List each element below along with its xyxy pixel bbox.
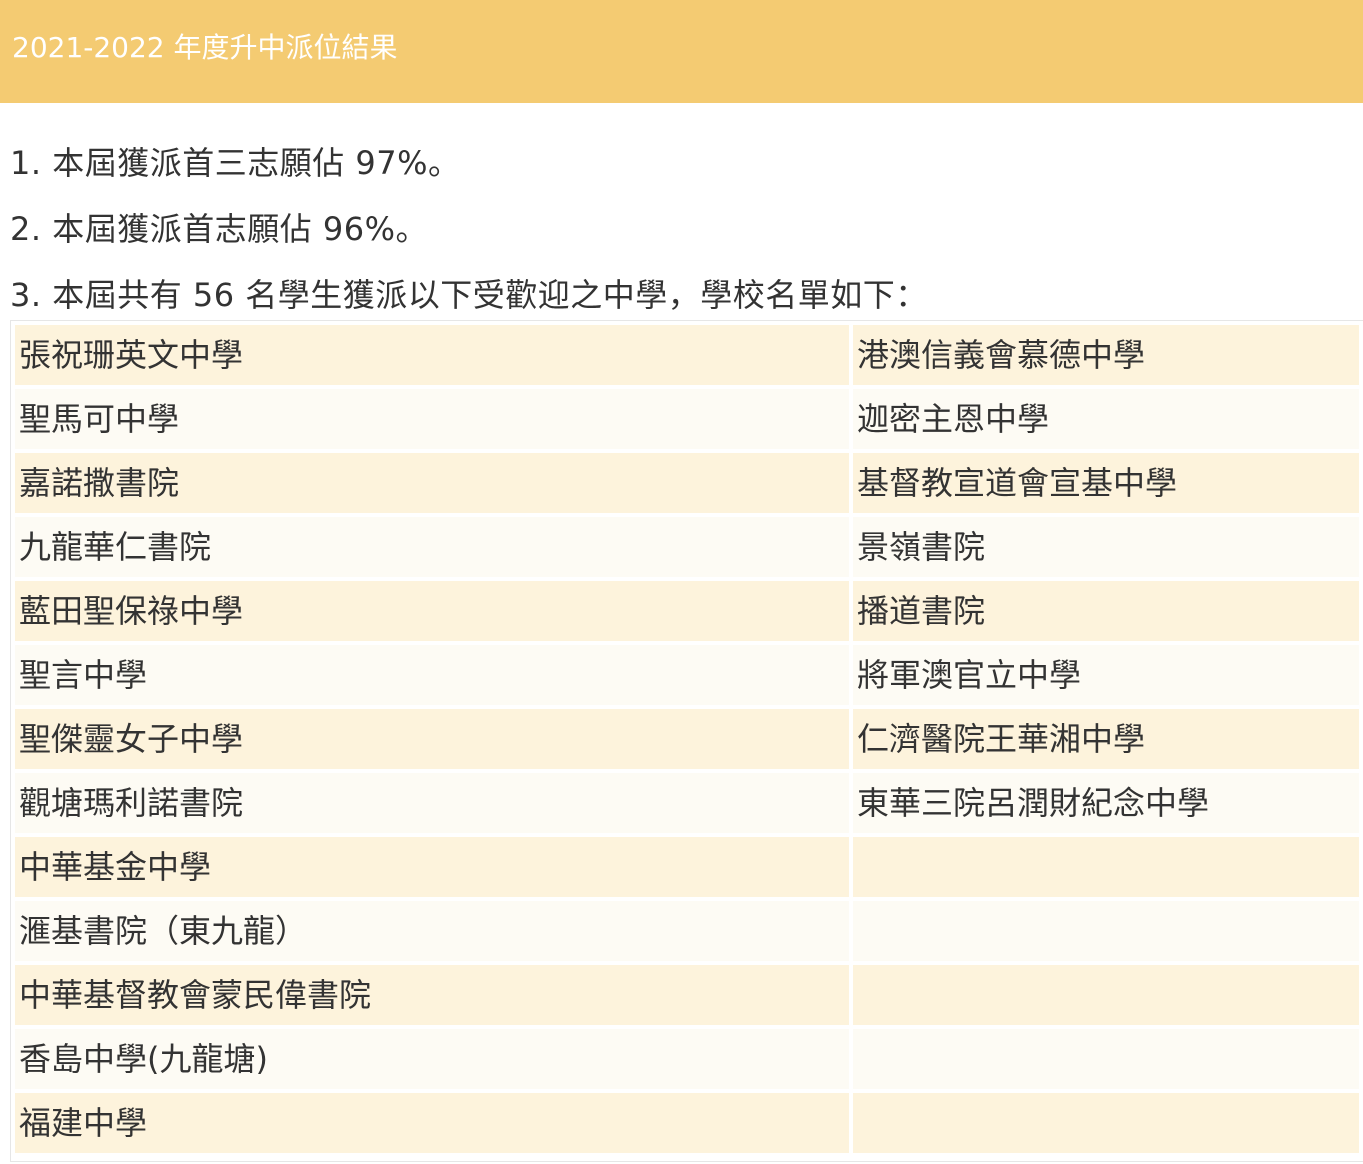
school-cell: 藍田聖保祿中學 bbox=[15, 581, 849, 641]
table-row: 聖馬可中學 迦密主恩中學 bbox=[15, 389, 1359, 449]
school-list-table: 張祝珊英文中學 港澳信義會慕德中學 聖馬可中學 迦密主恩中學 嘉諾撒書院 基督教… bbox=[11, 321, 1363, 1157]
table-row: 聖言中學 將軍澳官立中學 bbox=[15, 645, 1359, 705]
table-row: 張祝珊英文中學 港澳信義會慕德中學 bbox=[15, 325, 1359, 385]
table-row: 中華基督教會蒙民偉書院 bbox=[15, 965, 1359, 1025]
summary-point-1: 1. 本屆獲派首三志願佔 97%。 bbox=[10, 144, 461, 182]
school-cell: 聖傑靈女子中學 bbox=[15, 709, 849, 769]
table-row: 九龍華仁書院 景嶺書院 bbox=[15, 517, 1359, 577]
table-row: 觀塘瑪利諾書院 東華三院呂潤財紀念中學 bbox=[15, 773, 1359, 833]
table-row: 香島中學(九龍塘) bbox=[15, 1029, 1359, 1089]
table-row: 福建中學 bbox=[15, 1093, 1359, 1153]
school-cell: 張祝珊英文中學 bbox=[15, 325, 849, 385]
school-cell: 東華三院呂潤財紀念中學 bbox=[853, 773, 1359, 833]
table-row: 聖傑靈女子中學 仁濟醫院王華湘中學 bbox=[15, 709, 1359, 769]
school-cell: 中華基督教會蒙民偉書院 bbox=[15, 965, 849, 1025]
school-cell bbox=[853, 901, 1359, 961]
school-cell bbox=[853, 1029, 1359, 1089]
school-cell bbox=[853, 965, 1359, 1025]
school-cell: 福建中學 bbox=[15, 1093, 849, 1153]
school-cell: 觀塘瑪利諾書院 bbox=[15, 773, 849, 833]
school-cell: 迦密主恩中學 bbox=[853, 389, 1359, 449]
table-row: 中華基金中學 bbox=[15, 837, 1359, 897]
header-bar: 2021-2022 年度升中派位結果 bbox=[0, 0, 1363, 103]
school-cell: 聖言中學 bbox=[15, 645, 849, 705]
school-cell: 將軍澳官立中學 bbox=[853, 645, 1359, 705]
table-row: 滙基書院（東九龍） bbox=[15, 901, 1359, 961]
school-cell bbox=[853, 1093, 1359, 1153]
school-cell: 中華基金中學 bbox=[15, 837, 849, 897]
summary-point-3: 3. 本屆共有 56 名學生獲派以下受歡迎之中學，學校名單如下： bbox=[10, 276, 928, 314]
school-cell: 聖馬可中學 bbox=[15, 389, 849, 449]
school-cell: 基督教宣道會宣基中學 bbox=[853, 453, 1359, 513]
summary-point-2: 2. 本屆獲派首志願佔 96%。 bbox=[10, 210, 429, 248]
school-cell: 香島中學(九龍塘) bbox=[15, 1029, 849, 1089]
page-title: 2021-2022 年度升中派位結果 bbox=[12, 31, 398, 64]
school-cell: 景嶺書院 bbox=[853, 517, 1359, 577]
table-row: 藍田聖保祿中學 播道書院 bbox=[15, 581, 1359, 641]
school-cell: 仁濟醫院王華湘中學 bbox=[853, 709, 1359, 769]
school-cell: 九龍華仁書院 bbox=[15, 517, 849, 577]
school-cell: 滙基書院（東九龍） bbox=[15, 901, 849, 961]
school-cell: 嘉諾撒書院 bbox=[15, 453, 849, 513]
school-cell bbox=[853, 837, 1359, 897]
table-row: 嘉諾撒書院 基督教宣道會宣基中學 bbox=[15, 453, 1359, 513]
school-cell: 播道書院 bbox=[853, 581, 1359, 641]
school-list-table-container: 張祝珊英文中學 港澳信義會慕德中學 聖馬可中學 迦密主恩中學 嘉諾撒書院 基督教… bbox=[10, 320, 1363, 1162]
school-cell: 港澳信義會慕德中學 bbox=[853, 325, 1359, 385]
results-summary: 1. 本屆獲派首三志願佔 97%。 2. 本屆獲派首志願佔 96%。 3. 本屆… bbox=[10, 130, 1355, 328]
